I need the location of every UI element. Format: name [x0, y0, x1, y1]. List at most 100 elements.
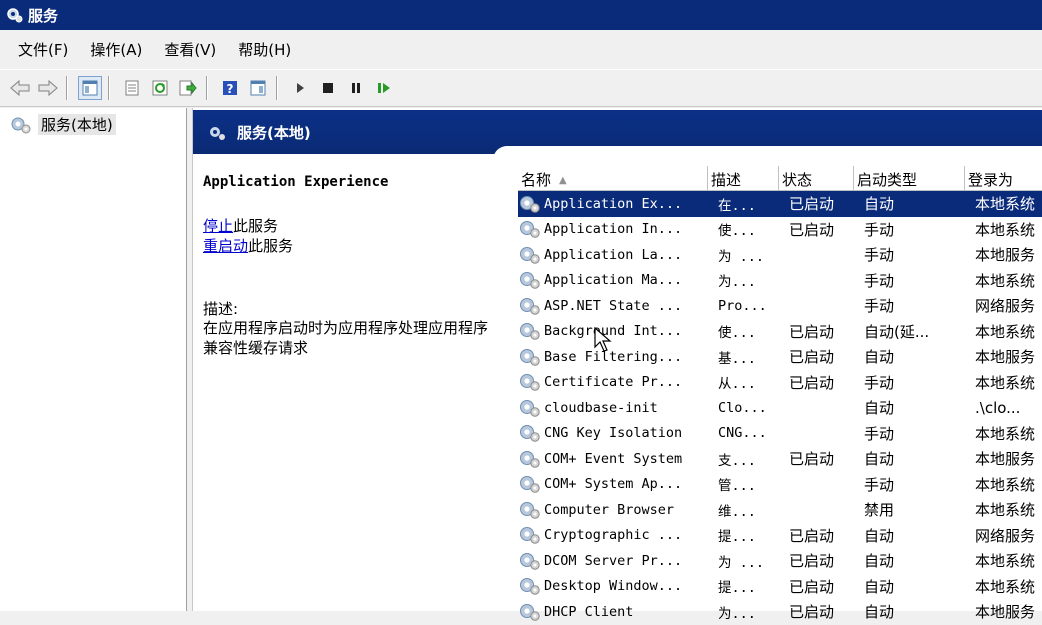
help-icon: ? [223, 81, 237, 96]
menu-bar: 文件(F) 操作(A) 查看(V) 帮助(H) [0, 34, 1042, 64]
properties-button[interactable] [120, 76, 144, 100]
column-header-description[interactable]: 描述 [708, 166, 779, 190]
table-row[interactable]: DCOM Server Pr... 为 ... 已启动 自动 本地系统 [518, 548, 1042, 574]
cell-logon-as: 本地服务 [975, 348, 1036, 367]
cell-name: Application Ex... [518, 194, 708, 214]
pause-service-button[interactable] [344, 76, 368, 100]
refresh-button[interactable] [148, 76, 172, 100]
help-button[interactable]: ? [218, 76, 242, 100]
selected-service-name: Application Experience [203, 174, 389, 190]
cell-name: CNG Key Isolation [518, 423, 708, 443]
service-name: Application In... [544, 221, 683, 238]
table-row[interactable]: Application Ma... 为... 手动 本地系统 [518, 268, 1042, 294]
table-row[interactable]: Desktop Window... 提... 已启动 自动 本地系统 [518, 574, 1042, 600]
show-hide-tree-button[interactable] [78, 76, 102, 100]
table-row[interactable]: Certificate Pr... 从... 已启动 手动 本地系统 [518, 370, 1042, 396]
service-gear-icon [520, 501, 540, 519]
menu-file[interactable]: 文件(F) [18, 37, 68, 62]
cell-status: 已启动 [789, 450, 835, 469]
cell-status: 已启动 [789, 552, 835, 571]
cell-startup-type: 自动 [864, 450, 895, 469]
cell-startup-type: 自动 [864, 603, 895, 622]
stop-service-link[interactable]: 停止 [203, 217, 233, 235]
menu-view[interactable]: 查看(V) [164, 37, 216, 62]
restart-icon [378, 83, 390, 93]
table-row[interactable]: Application In... 使... 已启动 手动 本地系统 [518, 217, 1042, 243]
toolbar-separator [66, 76, 68, 100]
service-gear-icon [520, 476, 540, 493]
cell-logon-as: 本地服务 [975, 246, 1036, 265]
cell-description: 提... [718, 580, 756, 597]
pause-icon [352, 83, 360, 93]
column-header-logon-as[interactable]: 登录为 [965, 166, 1042, 190]
service-gear-icon [520, 323, 540, 340]
menu-help[interactable]: 帮助(H) [238, 37, 291, 62]
cell-name: DHCP Client [518, 602, 708, 622]
table-row[interactable]: cloudbase-init Clo... 自动 .\clo... [518, 395, 1042, 421]
cell-description: Clo... [718, 399, 767, 416]
cell-startup-type: 手动 [864, 424, 895, 443]
cell-name: Application Ma... [518, 270, 708, 290]
cell-startup-type: 禁用 [864, 501, 895, 520]
cell-logon-as: 网络服务 [975, 297, 1036, 316]
cell-name: Desktop Window... [518, 576, 708, 596]
cell-startup-type: 自动 [864, 195, 895, 214]
table-row[interactable]: Computer Browser 维... 禁用 本地系统 [518, 497, 1042, 523]
service-action-links: 停止此服务 重启动此服务 [203, 216, 503, 256]
sort-ascending-icon: ▲ [559, 175, 567, 186]
service-name: cloudbase-init [544, 399, 658, 416]
cell-name: Computer Browser [518, 500, 708, 520]
service-name: Application Ma... [544, 272, 683, 289]
restart-service-button[interactable] [372, 76, 396, 100]
table-row[interactable]: DHCP Client 为... 已启动 自动 本地服务 [518, 599, 1042, 625]
services-rows: Application Ex... 在... 已启动 自动 本地系统 Applicatio… [518, 191, 1042, 625]
forward-button[interactable] [36, 76, 60, 100]
cell-logon-as: 本地系统 [975, 271, 1036, 290]
svg-text:?: ? [227, 82, 234, 96]
back-button[interactable] [8, 76, 32, 100]
window-title: 服务 [28, 6, 59, 25]
cell-logon-as: 本地系统 [975, 322, 1036, 341]
cell-name: ASP.NET State ... [518, 296, 708, 316]
table-row[interactable]: Cryptographic ... 提... 已启动 自动 网络服务 [518, 523, 1042, 549]
cell-name: Application La... [518, 245, 708, 265]
table-row[interactable]: Application La... 为 ... 手动 本地服务 [518, 242, 1042, 268]
column-header-name[interactable]: 名称 ▲ [518, 166, 708, 190]
cell-description: 为 ... [718, 248, 765, 265]
back-icon [10, 80, 30, 96]
cell-status: 已启动 [789, 577, 835, 596]
cell-logon-as: 本地系统 [975, 475, 1036, 494]
stop-service-button[interactable] [316, 76, 340, 100]
extended-description-panel: Application Experience 停止此服务 重启动此服务 描述: … [203, 174, 503, 358]
cell-description: 使... [718, 223, 756, 240]
export-list-icon [179, 80, 197, 96]
tree-pane: 服务(本地) [0, 108, 187, 611]
service-gear-icon [520, 221, 540, 238]
cell-name: cloudbase-init [518, 398, 708, 418]
service-gear-icon [520, 297, 540, 315]
cell-description: 为... [718, 605, 756, 622]
table-row[interactable]: COM+ Event System 支... 已启动 自动 本地服务 [518, 446, 1042, 472]
menu-action[interactable]: 操作(A) [90, 37, 142, 62]
show-action-pane-button[interactable] [246, 76, 270, 100]
table-row[interactable]: ASP.NET State ... Pro... 手动 网络服务 [518, 293, 1042, 319]
restart-service-link[interactable]: 重启动 [203, 237, 248, 255]
tree-item-label: 服务(本地) [38, 114, 116, 135]
service-name: Application La... [544, 246, 683, 263]
service-name: CNG Key Isolation [544, 425, 683, 442]
export-list-button[interactable] [176, 76, 200, 100]
tree-item-services-local[interactable]: 服务(本地) [10, 114, 116, 135]
cell-logon-as: 本地系统 [975, 577, 1036, 596]
table-row[interactable]: CNG Key Isolation CNG... 手动 本地系统 [518, 421, 1042, 447]
start-service-button[interactable] [288, 76, 312, 100]
cell-name: COM+ System Ap... [518, 474, 708, 494]
table-row[interactable]: COM+ System Ap... 管... 手动 本地系统 [518, 472, 1042, 498]
table-row[interactable]: Application Ex... 在... 已启动 自动 本地系统 [518, 191, 1042, 217]
cell-startup-type: 自动 [864, 577, 895, 596]
column-header-status[interactable]: 状态 [779, 166, 854, 190]
column-header-startup-type[interactable]: 启动类型 [854, 166, 965, 190]
service-name: Computer Browser [544, 501, 675, 518]
start-icon [297, 83, 304, 93]
cell-name: Cryptographic ... [518, 525, 708, 545]
cell-description: Pro... [718, 297, 767, 314]
